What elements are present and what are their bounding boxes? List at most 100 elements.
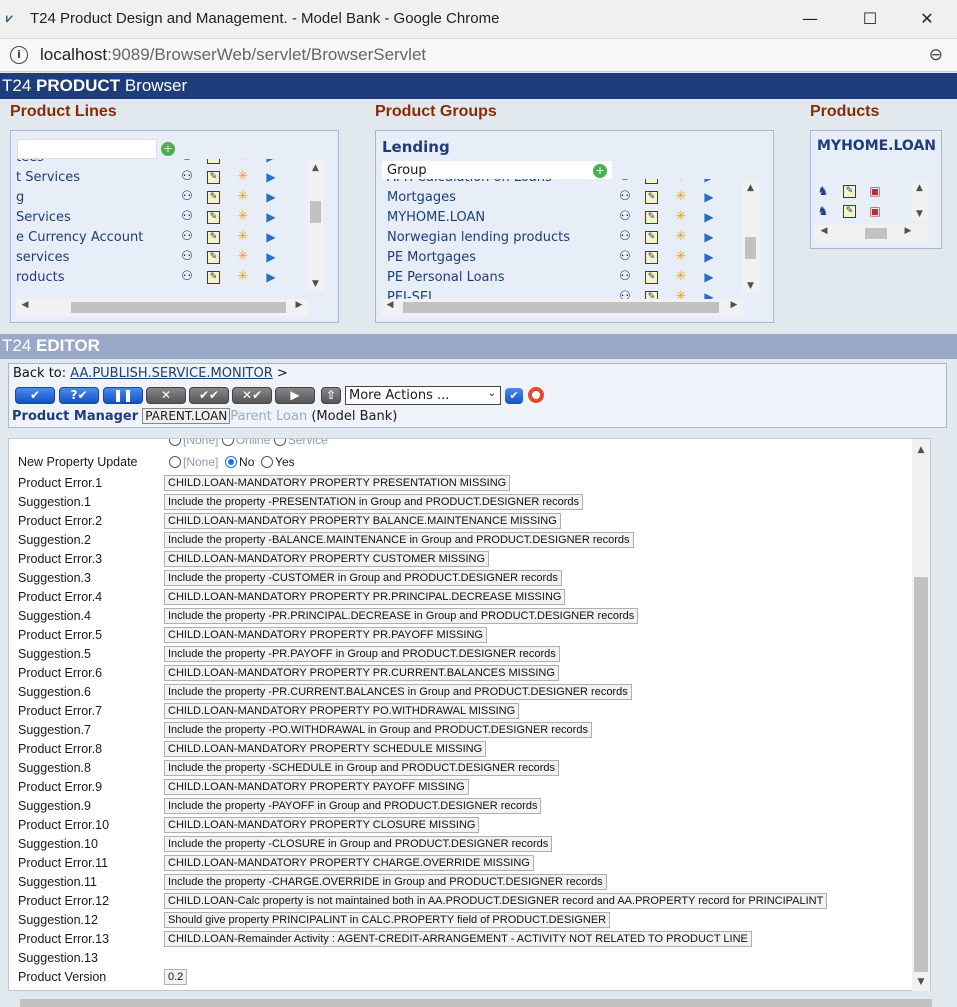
- delete-button[interactable]: ✕: [146, 387, 186, 404]
- new-document-icon[interactable]: ✳: [673, 189, 689, 205]
- validate-button[interactable]: ?✔: [59, 387, 99, 404]
- page-hscroll[interactable]: [20, 999, 932, 1007]
- edit-icon[interactable]: ✎: [645, 251, 658, 264]
- product-view-icon[interactable]: ♞: [815, 183, 831, 199]
- play-icon[interactable]: ▶: [263, 159, 279, 165]
- help-icon[interactable]: [528, 387, 544, 403]
- field-value[interactable]: CHILD.LOAN-MANDATORY PROPERTY SCHEDULE M…: [164, 741, 487, 757]
- field-value[interactable]: Include the property -PO.WITHDRAWAL in G…: [164, 722, 592, 738]
- play-icon[interactable]: ▶: [263, 189, 279, 205]
- edit-icon[interactable]: ✎: [645, 179, 658, 184]
- binoculars-icon[interactable]: ⚇: [179, 229, 195, 245]
- field-value[interactable]: CHILD.LOAN-Remainder Activity : AGENT-CR…: [164, 931, 752, 947]
- edit-icon[interactable]: ✎: [207, 191, 220, 204]
- list-item-label[interactable]: PEI-SEL: [387, 290, 435, 299]
- product-edit-icon-2[interactable]: ✎: [843, 205, 856, 218]
- authorise-button[interactable]: ✔✔: [189, 387, 229, 404]
- binoculars-icon[interactable]: ⚇: [617, 189, 633, 205]
- list-item-label[interactable]: services: [16, 250, 69, 265]
- product-briefcase-icon[interactable]: ▣: [867, 183, 883, 199]
- play-icon[interactable]: ▶: [701, 189, 717, 205]
- next-button[interactable]: ▶: [275, 387, 315, 404]
- zoom-icon[interactable]: ⊖: [929, 45, 943, 65]
- field-value[interactable]: Include the property -BALANCE.MAINTENANC…: [164, 532, 634, 548]
- editor-vscroll[interactable]: ▲ ▼: [912, 439, 930, 991]
- field-value[interactable]: Should give property PRINCIPALINT in CAL…: [164, 912, 611, 928]
- edit-icon[interactable]: ✎: [207, 171, 220, 184]
- upload-button[interactable]: ⇧: [321, 387, 341, 404]
- new-document-icon[interactable]: ✳: [673, 209, 689, 225]
- back-to-link[interactable]: AA.PUBLISH.SERVICE.MONITOR: [70, 366, 272, 381]
- play-icon[interactable]: ▶: [263, 249, 279, 265]
- new-document-icon[interactable]: ✳: [673, 269, 689, 285]
- field-value[interactable]: 0.2: [164, 969, 188, 985]
- list-item-label[interactable]: Norwegian lending products: [387, 230, 570, 245]
- field-value[interactable]: CHILD.LOAN-MANDATORY PROPERTY PR.PAYOFF …: [164, 627, 487, 643]
- binoculars-icon[interactable]: ⚇: [179, 269, 195, 285]
- product-edit-icon[interactable]: ✎: [843, 185, 856, 198]
- binoculars-icon[interactable]: ⚇: [617, 249, 633, 265]
- list-item[interactable]: tees ⚇ ✎ ✳ ▶: [16, 159, 286, 167]
- new-document-icon[interactable]: ✳: [673, 289, 689, 299]
- new-document-icon[interactable]: ✳: [235, 209, 251, 225]
- binoculars-icon[interactable]: ⚇: [617, 269, 633, 285]
- new-document-icon[interactable]: ✳: [235, 189, 251, 205]
- binoculars-icon[interactable]: ⚇: [617, 229, 633, 245]
- binoculars-icon[interactable]: ⚇: [179, 249, 195, 265]
- list-item-label[interactable]: Services: [16, 210, 71, 225]
- edit-icon[interactable]: ✎: [207, 271, 220, 284]
- list-item[interactable]: Norwegian lending products ⚇ ✎ ✳ ▶: [381, 227, 726, 247]
- new-document-icon[interactable]: ✳: [235, 169, 251, 185]
- product-view-icon-2[interactable]: ♞: [815, 203, 831, 219]
- radio-online[interactable]: [221, 439, 234, 446]
- edit-icon[interactable]: ✎: [645, 231, 658, 244]
- edit-icon[interactable]: ✎: [645, 291, 658, 299]
- edit-icon[interactable]: ✎: [645, 191, 658, 204]
- binoculars-icon[interactable]: ⚇: [617, 179, 633, 185]
- edit-icon[interactable]: ✎: [207, 251, 220, 264]
- play-icon[interactable]: ▶: [263, 229, 279, 245]
- new-document-icon[interactable]: ✳: [235, 159, 251, 165]
- radio-none[interactable]: [169, 456, 181, 468]
- products-vscroll[interactable]: ▲ ▼: [911, 181, 928, 221]
- new-document-icon[interactable]: ✳: [235, 249, 251, 265]
- add-group-icon[interactable]: +: [593, 164, 607, 178]
- field-value[interactable]: CHILD.LOAN-MANDATORY PROPERTY PR.CURRENT…: [164, 665, 559, 681]
- field-value[interactable]: CHILD.LOAN-MANDATORY PROPERTY CUSTOMER M…: [164, 551, 490, 567]
- list-item[interactable]: e Currency Account ⚇ ✎ ✳ ▶: [16, 227, 286, 247]
- field-value[interactable]: CHILD.LOAN-MANDATORY PROPERTY BALANCE.MA…: [164, 513, 561, 529]
- play-icon[interactable]: ▶: [701, 229, 717, 245]
- binoculars-icon[interactable]: ⚇: [179, 159, 195, 165]
- binoculars-icon[interactable]: ⚇: [179, 169, 195, 185]
- play-icon[interactable]: ▶: [701, 209, 717, 225]
- field-value[interactable]: CHILD.LOAN-MANDATORY PROPERTY PRESENTATI…: [164, 475, 511, 491]
- field-value[interactable]: CHILD.LOAN-MANDATORY PROPERTY PR.PRINCIP…: [164, 589, 566, 605]
- url-text[interactable]: localhost:9089/BrowserWeb/servlet/Browse…: [40, 45, 426, 65]
- field-value[interactable]: Include the property -CLOSURE in Group a…: [164, 836, 553, 852]
- products-hscroll[interactable]: ◀ ▶: [815, 225, 929, 242]
- list-item[interactable]: g ⚇ ✎ ✳ ▶: [16, 187, 286, 207]
- field-value[interactable]: CHILD.LOAN-MANDATORY PROPERTY PAYOFF MIS…: [164, 779, 469, 795]
- binoculars-icon[interactable]: ⚇: [617, 289, 633, 299]
- product-groups-hscroll[interactable]: ◀ ▶: [381, 299, 743, 316]
- list-item-label[interactable]: g: [16, 190, 24, 205]
- list-item[interactable]: services ⚇ ✎ ✳ ▶: [16, 247, 286, 267]
- product-groups-vscroll[interactable]: ▲ ▼: [742, 181, 759, 293]
- field-value[interactable]: CHILD.LOAN-Calc property is not maintain…: [164, 893, 828, 909]
- play-icon[interactable]: ▶: [701, 289, 717, 299]
- edit-icon[interactable]: ✎: [645, 211, 658, 224]
- list-item[interactable]: Mortgages ⚇ ✎ ✳ ▶: [381, 187, 726, 207]
- list-item[interactable]: roducts ⚇ ✎ ✳ ▶: [16, 267, 286, 287]
- close-button[interactable]: ✕: [907, 6, 947, 32]
- play-icon[interactable]: ▶: [701, 179, 717, 185]
- list-item-label[interactable]: PE Personal Loans: [387, 270, 505, 285]
- maximize-button[interactable]: ☐: [850, 6, 890, 32]
- list-item[interactable]: MYHOME.LOAN ⚇ ✎ ✳ ▶: [381, 207, 726, 227]
- add-icon[interactable]: +: [161, 142, 175, 156]
- binoculars-icon[interactable]: ⚇: [179, 209, 195, 225]
- edit-icon[interactable]: ✎: [207, 231, 220, 244]
- radio-service[interactable]: [273, 439, 286, 446]
- list-item-label[interactable]: roducts: [16, 270, 65, 285]
- list-item-label[interactable]: t Services: [16, 170, 80, 185]
- field-value[interactable]: Include the property -PR.CURRENT.BALANCE…: [164, 684, 632, 700]
